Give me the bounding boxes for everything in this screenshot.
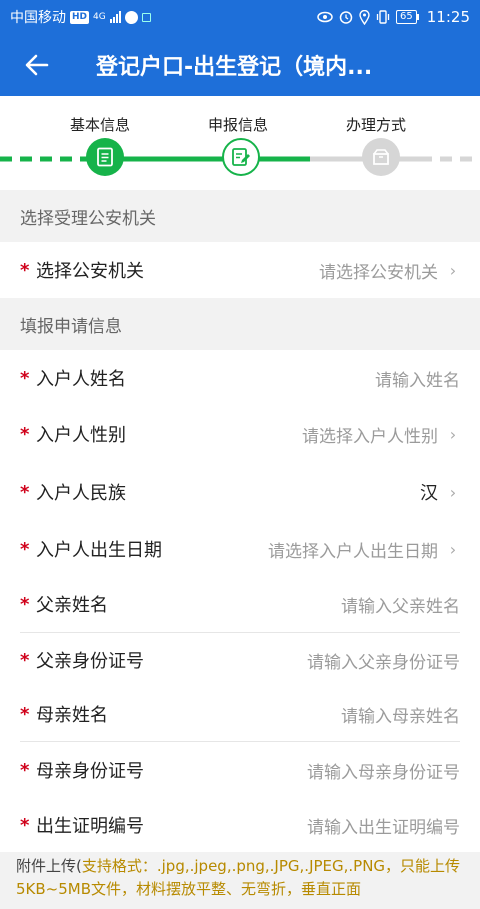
alarm-icon [339,11,353,24]
birth-certificate-field[interactable]: * 出生证明编号 请输入出生证明编号 [0,798,480,852]
field-placeholder: 请输入父亲姓名 [341,596,460,617]
field-label: 入户人出生日期 [36,540,162,561]
required-mark: * [20,367,30,389]
child-birthdate-field[interactable]: * 入户人出生日期 请选择入户人出生日期 › [0,522,480,576]
step-basic-info[interactable] [86,138,124,176]
police-office-field[interactable]: * 选择公安机关 请选择公安机关 › [0,242,480,298]
field-label: 出生证明编号 [36,816,144,837]
section-apply-title: 填报申请信息 [0,298,480,350]
required-mark: * [20,759,30,781]
status-bar: 中国移动 HD 4G 65 11:25 [0,0,480,34]
step-handle-method[interactable] [362,138,400,176]
field-label: 入户人姓名 [36,369,126,390]
field-placeholder: 请选择公安机关 [319,262,438,283]
upload-label: 附件上传( [16,857,82,875]
required-mark: * [20,259,30,281]
field-placeholder: 请输入出生证明编号 [307,817,460,838]
chevron-right-icon: › [449,424,457,444]
field-value: 汉 [420,483,438,504]
father-name-field[interactable]: * 父亲姓名 请输入父亲姓名 [0,576,480,632]
field-label: 父亲姓名 [36,595,108,616]
step-label-basic: 基本信息 [70,116,131,134]
app-header: 登记户口-出生登记（境内... [0,34,480,96]
field-label: 母亲姓名 [36,705,108,726]
network-type: 4G [93,11,106,22]
app-notification-icon [141,12,151,22]
eye-icon [317,11,333,23]
field-label: 父亲身份证号 [36,651,144,672]
attachment-upload-section: 附件上传(支持格式：.jpg,.jpeg,.png,.JPG,.JPEG,.PN… [0,852,480,909]
back-button[interactable] [0,34,74,96]
battery-icon: 65 [396,10,419,24]
package-icon [373,149,389,165]
field-label: 选择公安机关 [36,261,144,282]
child-name-field[interactable]: * 入户人姓名 请输入姓名 [0,350,480,406]
field-placeholder: 请选择入户人出生日期 [268,541,438,562]
carrier-name: 中国移动 [10,10,66,26]
field-label: 入户人性别 [36,425,126,446]
mother-id-field[interactable]: * 母亲身份证号 请输入母亲身份证号 [0,742,480,798]
location-icon [359,9,370,25]
signal-icon [109,11,121,23]
field-label: 入户人民族 [36,483,126,504]
step-indicator: 基本信息 申报信息 办理方式 [0,96,480,190]
step-declare-info[interactable] [222,138,260,176]
field-placeholder: 请选择入户人性别 [302,426,438,447]
field-placeholder: 请输入母亲身份证号 [307,762,460,783]
required-mark: * [20,481,30,503]
required-mark: * [20,703,30,725]
chevron-right-icon: › [449,260,457,280]
page-title: 登记户口-出生登记（境内... [96,55,373,80]
upload-hint: 支持格式：.jpg,.jpeg,.png,.JPG,.JPEG,.PNG，只能上… [16,857,461,898]
mother-name-field[interactable]: * 母亲姓名 请输入母亲姓名 [0,687,480,741]
chevron-right-icon: › [449,482,457,502]
section-police-title: 选择受理公安机关 [0,190,480,242]
clock: 11:25 [426,8,470,26]
document-icon [97,147,113,167]
field-placeholder: 请输入父亲身份证号 [307,652,460,673]
required-mark: * [20,814,30,836]
step-label-method: 办理方式 [346,116,407,134]
step-label-declare: 申报信息 [208,116,269,134]
required-mark: * [20,423,30,445]
chevron-right-icon: › [449,539,457,559]
arrow-left-icon [25,54,49,76]
notification-icon [124,10,138,24]
vibrate-icon [376,10,390,24]
required-mark: * [20,649,30,671]
father-id-field[interactable]: * 父亲身份证号 请输入父亲身份证号 [0,633,480,687]
required-mark: * [20,538,30,560]
field-placeholder: 请输入母亲姓名 [341,706,460,727]
hd-badge: HD [70,10,90,24]
child-gender-field[interactable]: * 入户人性别 请选择入户人性别 › [0,406,480,462]
field-label: 母亲身份证号 [36,761,144,782]
required-mark: * [20,593,30,615]
child-ethnicity-field[interactable]: * 入户人民族 汉 › [0,462,480,522]
edit-document-icon [232,148,250,166]
field-placeholder: 请输入姓名 [375,370,460,391]
